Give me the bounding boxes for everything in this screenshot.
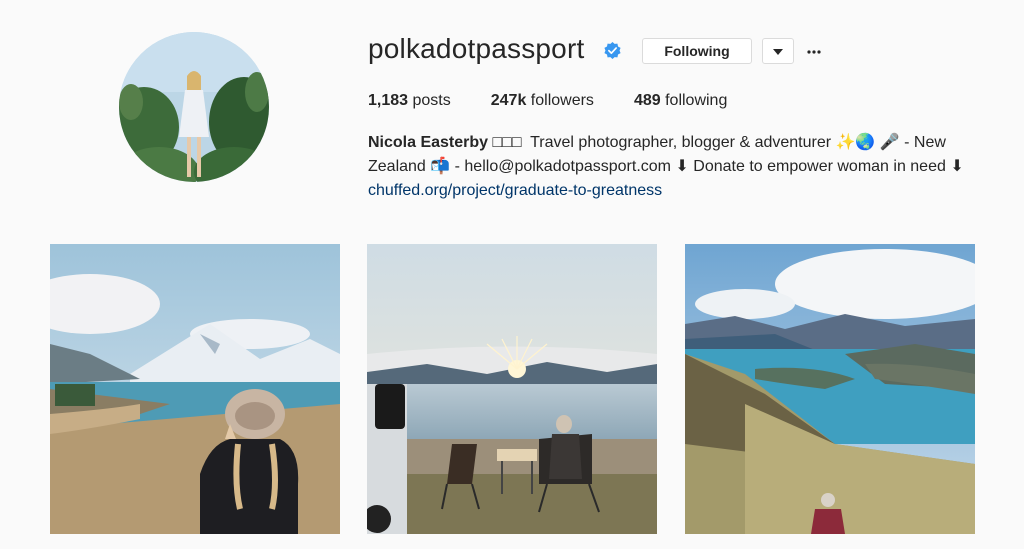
profile-avatar[interactable] (119, 32, 269, 182)
posts-label: posts (412, 92, 451, 109)
following-stat[interactable]: 489 following (634, 92, 727, 110)
profile-stats: 1,183 posts 247k followers 489 following (368, 92, 767, 110)
bio-text-line-2: Zealand 📬 - hello@polkadotpassport.com ⬇… (368, 158, 964, 175)
followers-stat[interactable]: 247k followers (491, 92, 594, 110)
following-count: 489 (633, 92, 661, 109)
bio-text-line-1: Travel photographer, blogger & adventure… (530, 134, 946, 151)
ellipsis-icon (807, 41, 821, 59)
posts-stat: 1,183 posts (368, 92, 451, 110)
suggested-dropdown-button[interactable] (762, 38, 794, 64)
verified-badge-icon (603, 41, 622, 60)
profile-full-name: Nicola Easterby (368, 134, 489, 151)
following-button[interactable]: Following (642, 38, 752, 64)
followers-label: followers (530, 92, 594, 109)
profile-bio: Nicola Easterby □□□ Travel photographer,… (368, 131, 968, 203)
bio-line-1: Nicola Easterby □□□ Travel photographer,… (368, 131, 968, 155)
profile-username: polkadotpassport (368, 33, 585, 64)
posts-count: 1,183 (368, 92, 409, 109)
bio-flags: □□□ (492, 134, 522, 151)
followers-count: 247k (490, 92, 527, 109)
post-thumbnail[interactable] (50, 244, 340, 534)
bio-external-link[interactable]: chuffed.org/project/graduate-to-greatnes… (368, 182, 662, 199)
options-button[interactable] (806, 40, 822, 60)
post-thumbnail[interactable] (685, 244, 975, 534)
following-label: following (665, 92, 728, 109)
post-thumbnail[interactable] (367, 244, 657, 534)
caret-down-icon (773, 42, 783, 60)
